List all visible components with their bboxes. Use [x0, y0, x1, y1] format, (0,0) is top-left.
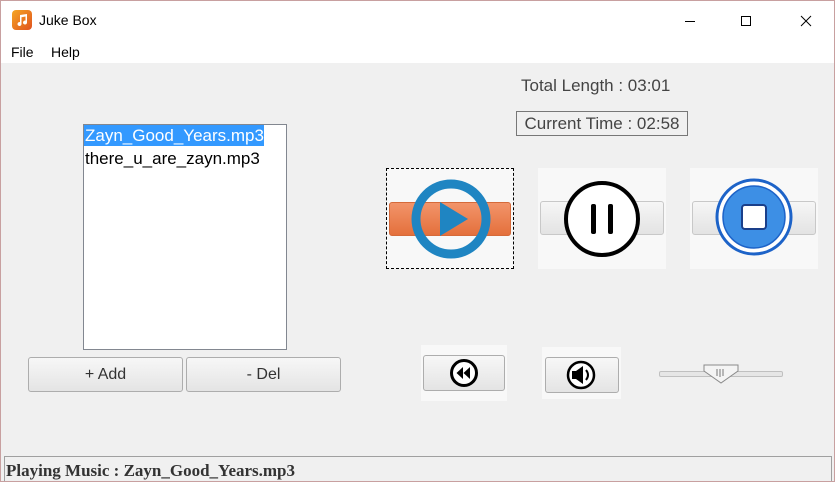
stop-icon	[715, 178, 793, 256]
status-text: Playing Music : Zayn_Good_Years.mp3	[6, 461, 296, 480]
current-time-text: Current Time : 02:58	[524, 113, 680, 133]
playlist-item-selected[interactable]: Zayn_Good_Years.mp3	[84, 125, 264, 146]
juke-box-window: Juke Box File Help Zayn_Good_Years.mp3 t…	[0, 0, 835, 482]
stop-button[interactable]	[690, 168, 818, 269]
menu-file[interactable]: File	[11, 44, 34, 60]
minimize-icon	[685, 20, 695, 22]
rewind-icon	[450, 359, 478, 387]
music-note-icon	[12, 10, 32, 30]
play-icon	[411, 179, 491, 259]
current-time-label: Current Time : 02:58	[516, 111, 688, 136]
menu-bar: File Help	[1, 40, 834, 63]
close-icon	[800, 15, 812, 26]
minimize-button[interactable]	[667, 1, 713, 40]
playlist-listbox[interactable]: Zayn_Good_Years.mp3 there_u_are_zayn.mp3	[83, 124, 287, 350]
status-bar: Playing Music : Zayn_Good_Years.mp3	[4, 456, 832, 481]
window-title: Juke Box	[39, 12, 97, 28]
pause-button[interactable]	[538, 168, 666, 269]
add-button[interactable]: + Add	[28, 357, 183, 392]
volume-slider-thumb[interactable]	[703, 364, 739, 384]
total-length-label: Total Length : 03:01	[521, 76, 671, 95]
maximize-button[interactable]	[723, 1, 769, 40]
playlist-item[interactable]: there_u_are_zayn.mp3	[84, 148, 260, 169]
close-button[interactable]	[783, 1, 829, 40]
play-button[interactable]	[386, 168, 514, 269]
speaker-icon	[566, 360, 596, 390]
rewind-button[interactable]	[421, 345, 507, 401]
title-bar: Juke Box	[1, 1, 834, 40]
sound-button[interactable]	[542, 347, 621, 399]
delete-button[interactable]: - Del	[186, 357, 341, 392]
pause-icon	[564, 181, 640, 257]
menu-help[interactable]: Help	[51, 44, 80, 60]
maximize-icon	[741, 15, 751, 26]
